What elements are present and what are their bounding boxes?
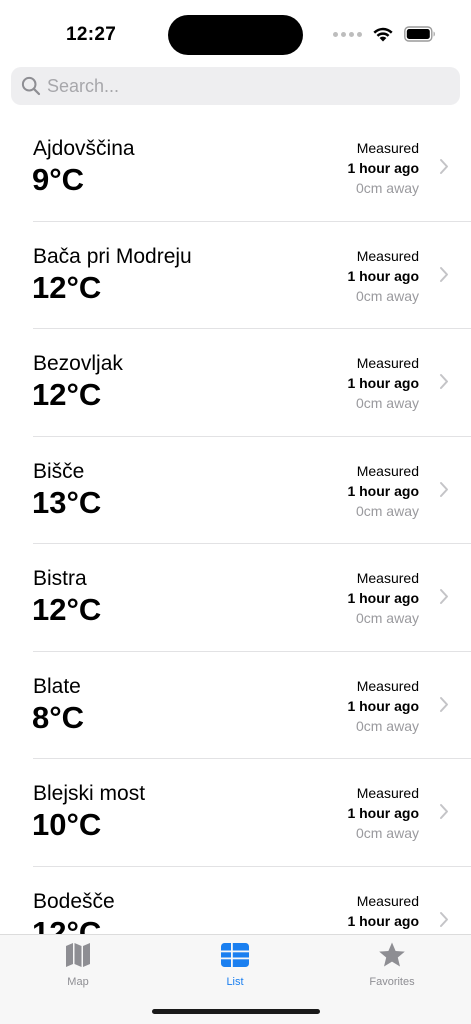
search-input[interactable] [47,75,447,97]
dynamic-island [168,15,303,55]
measured-label: Measured [356,892,419,909]
station-name: Bodešče [33,889,115,913]
list-icon [221,943,249,967]
station-name: Blate [33,674,81,698]
wifi-icon [373,27,393,42]
measured-label: Measured [356,570,419,586]
measured-time: 1 hour ago [347,697,419,714]
station-temperature: 9°C [32,162,85,197]
station-distance: 0cm away [355,717,419,734]
chevron-right-icon [440,159,448,174]
measured-label: Measured [356,462,419,479]
measured-time: 1 hour ago [347,590,419,606]
tab-favorites-label: Favorites [369,976,415,988]
search-bar[interactable] [11,67,460,105]
station-temperature: 13°C [32,484,102,520]
measurement-info: Measured 1 hour ago 0cm away [347,569,419,628]
station-name: Bezovljak [33,352,123,375]
status-bar: 12:27 [0,0,471,64]
tab-list-label: List [226,976,244,988]
station-row[interactable]: Bišče 13°C Measured 1 hour ago 0cm away [0,437,471,544]
station-name: Bača pri Modreju [33,244,192,268]
station-name: Bistra [33,567,87,590]
measurement-info: Measured 1 hour ago 0cm away [347,139,419,198]
measured-label: Measured [356,677,419,694]
measurement-info: Measured 1 hour ago 0cm away [347,892,419,935]
measured-label: Measured [356,355,419,371]
measured-label: Measured [356,785,419,801]
station-row[interactable]: Bezovljak 12°C Measured 1 hour ago 0cm a… [0,329,471,437]
station-temperature: 10°C [32,807,102,842]
station-temperature: 8°C [32,699,85,735]
tab-map[interactable]: Map [18,941,138,988]
measurement-info: Measured 1 hour ago 0cm away [347,462,419,521]
tab-map-label: Map [67,976,89,988]
measured-label: Measured [356,247,419,264]
measured-time: 1 hour ago [347,805,419,821]
station-row[interactable]: Bistra 12°C Measured 1 hour ago 0cm away [0,544,471,652]
station-temperature: 12°C [32,377,102,412]
measured-time: 1 hour ago [347,375,419,391]
measured-time: 1 hour ago [347,267,419,284]
chevron-right-icon [440,266,448,282]
status-time: 12:27 [66,24,117,45]
station-name: Bišče [33,459,85,483]
station-row[interactable]: Bodešče 12°C Measured 1 hour ago 0cm awa… [0,867,471,935]
station-name: Blejski most [33,782,146,805]
measurement-info: Measured 1 hour ago 0cm away [347,247,419,306]
chevron-right-icon [440,481,448,497]
station-distance: 0cm away [355,287,419,304]
station-list[interactable]: Ajdovščina 9°C Measured 1 hour ago 0cm a… [0,114,471,934]
tab-favorites[interactable]: Favorites [332,941,452,988]
measured-time: 1 hour ago [347,160,419,176]
station-temperature: 12°C [32,592,102,627]
chevron-right-icon [440,696,448,712]
map-icon [66,943,90,967]
station-row[interactable]: Blate 8°C Measured 1 hour ago 0cm away [0,652,471,759]
station-distance: 0cm away [355,825,419,841]
tab-list[interactable]: List [175,941,295,988]
station-temperature: 12°C [32,914,102,935]
measurement-info: Measured 1 hour ago 0cm away [347,354,419,413]
status-icons [333,26,437,42]
station-distance: 0cm away [355,395,419,411]
station-distance: 0cm away [355,610,419,626]
station-row[interactable]: Bača pri Modreju 12°C Measured 1 hour ag… [0,222,471,329]
search-icon [21,76,41,96]
star-icon [379,942,405,967]
measured-time: 1 hour ago [347,482,419,499]
station-distance: 0cm away [355,180,419,196]
station-row[interactable]: Ajdovščina 9°C Measured 1 hour ago 0cm a… [0,114,471,222]
station-temperature: 12°C [32,269,102,305]
station-distance: 0cm away [355,502,419,519]
chevron-right-icon [440,804,448,819]
measurement-info: Measured 1 hour ago 0cm away [347,784,419,843]
measured-time: 1 hour ago [347,912,419,929]
measurement-info: Measured 1 hour ago 0cm away [347,677,419,736]
measured-label: Measured [356,140,419,156]
home-indicator [152,1009,320,1014]
station-row[interactable]: Blejski most 10°C Measured 1 hour ago 0c… [0,759,471,867]
battery-icon [404,26,435,42]
cellular-signal-icon [333,31,362,37]
chevron-right-icon [440,374,448,389]
chevron-right-icon [440,589,448,604]
chevron-right-icon [440,911,448,927]
station-name: Ajdovščina [33,137,135,160]
